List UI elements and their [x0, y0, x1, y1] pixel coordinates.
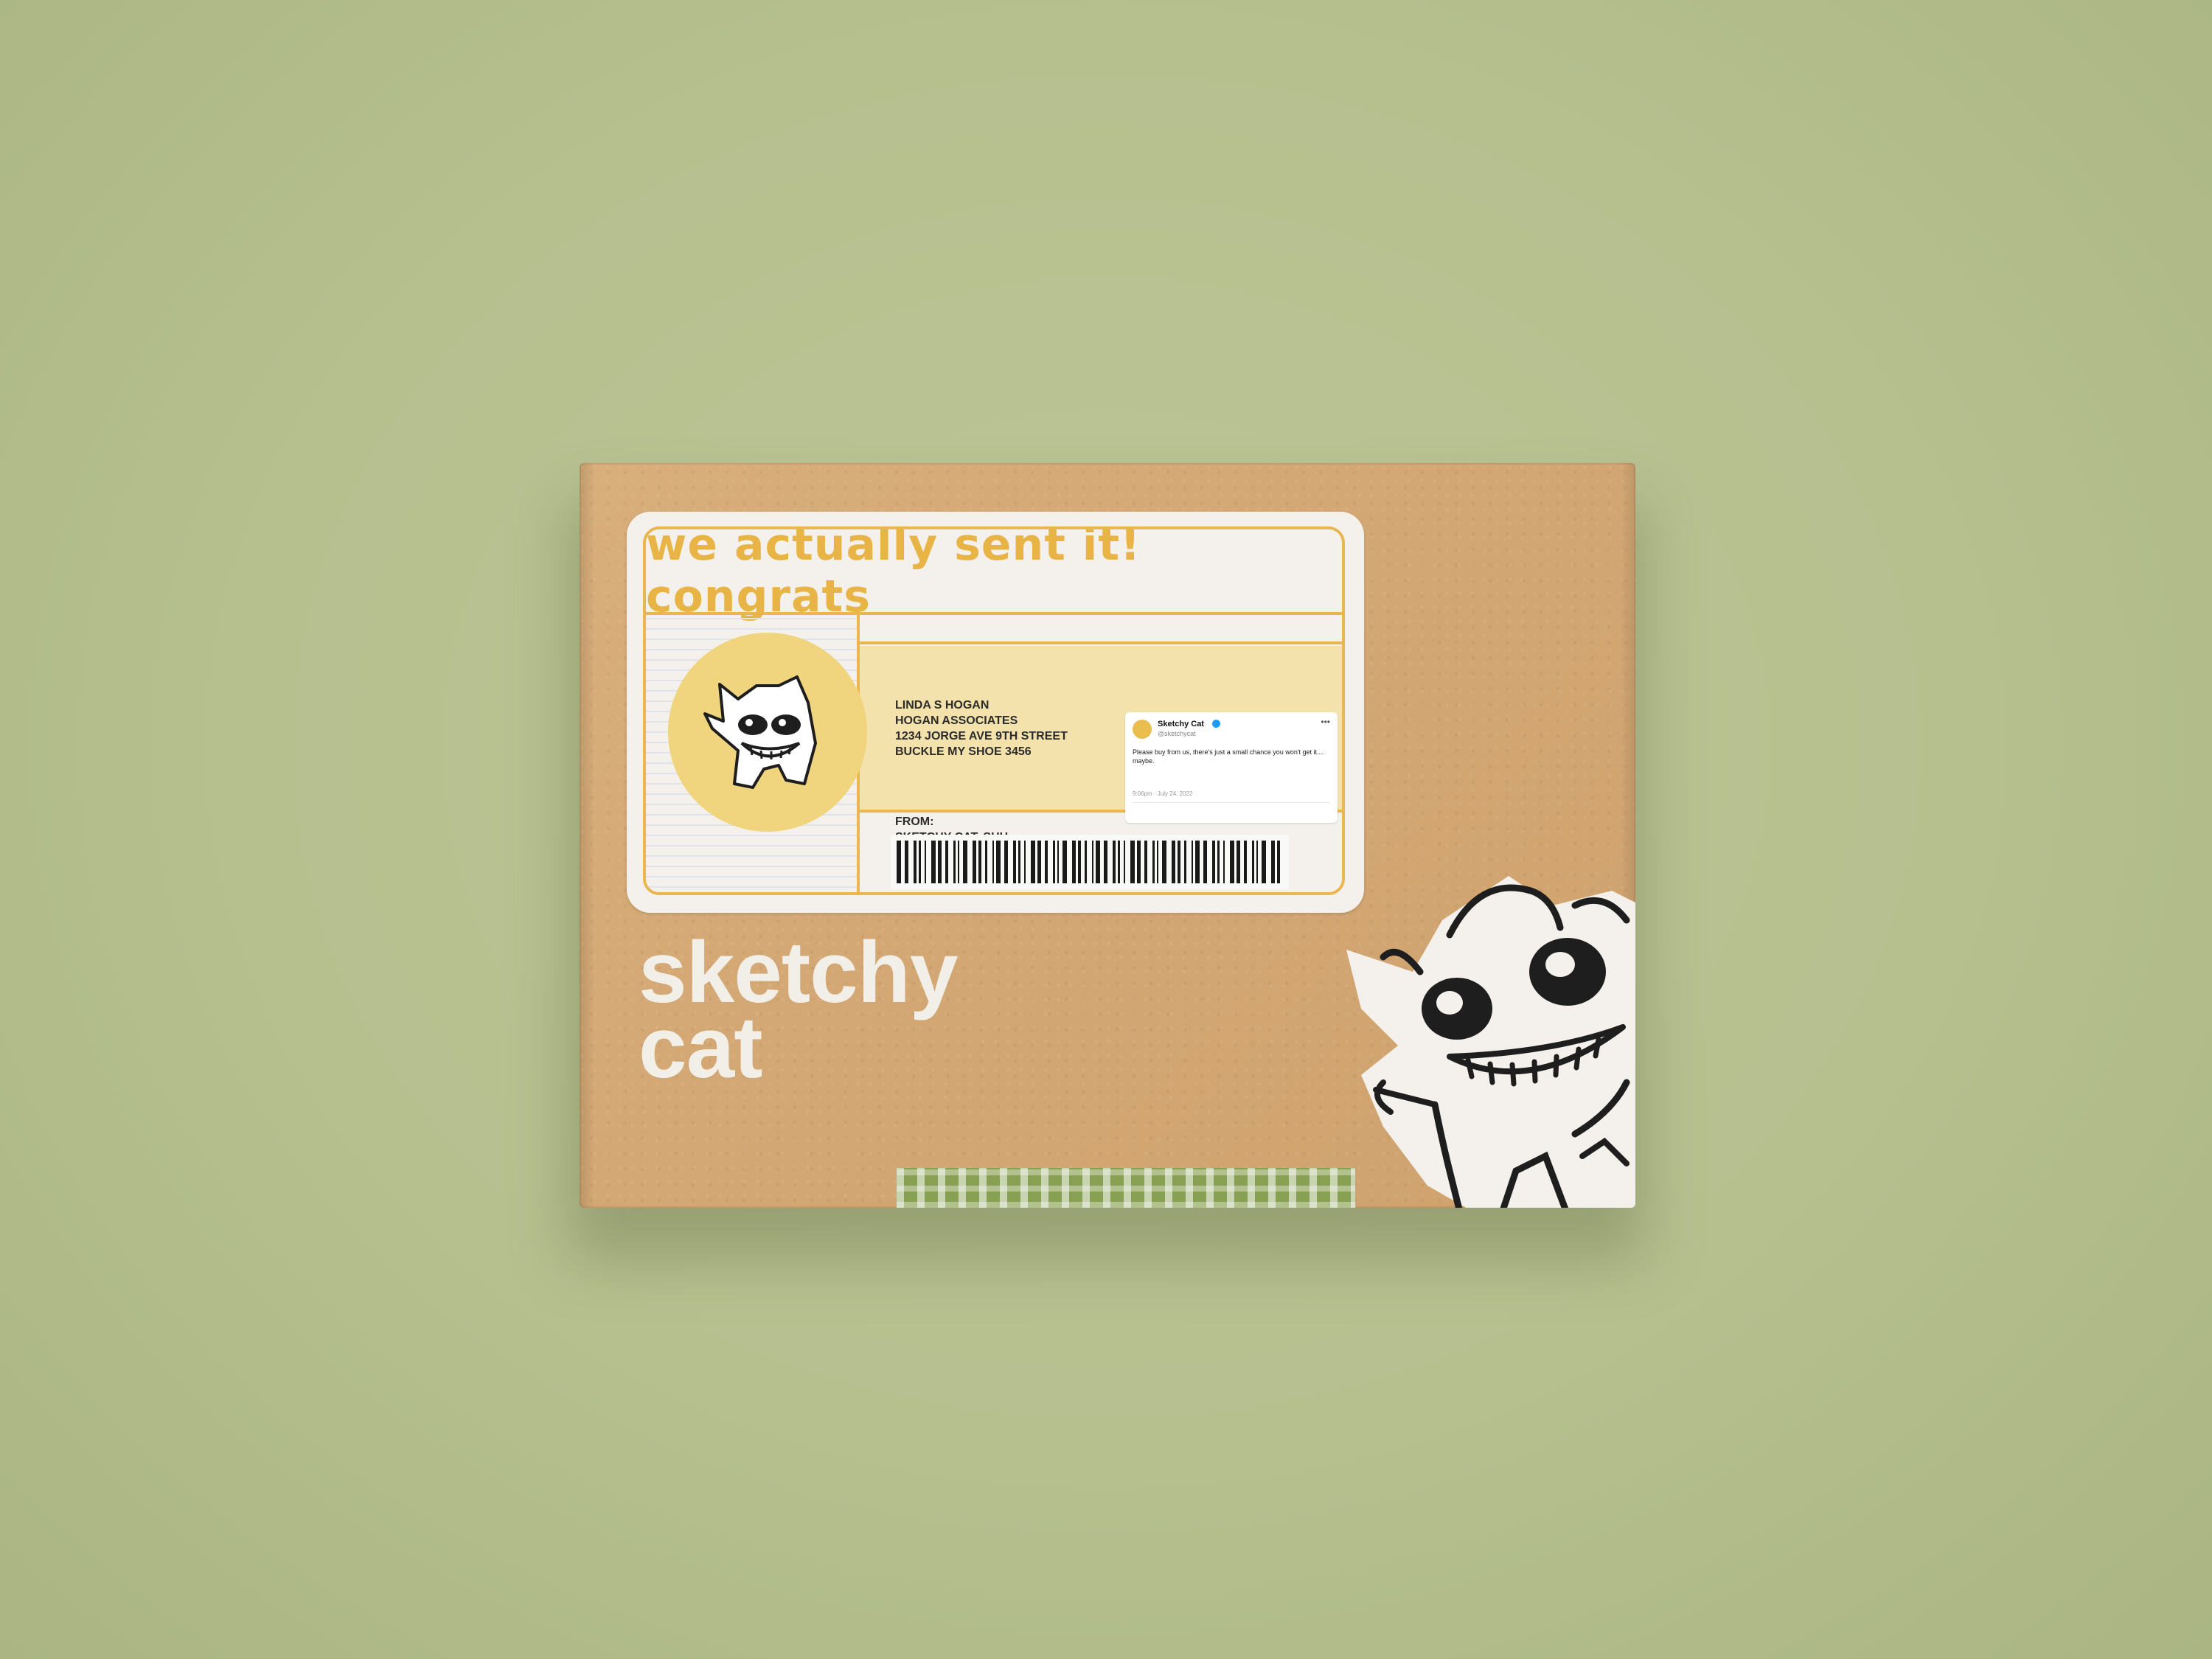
- barcode-bar: [1262, 841, 1266, 883]
- shipping-box: we actually sent it! congrats LINDA S HO…: [580, 463, 1635, 1208]
- tweet-handle: @sketchycat: [1158, 730, 1196, 737]
- tweet-author-name: Sketchy Cat: [1158, 720, 1204, 728]
- barcode-bar: [1178, 841, 1180, 883]
- from-label: FROM:: [895, 815, 934, 828]
- barcode-bar: [1096, 841, 1100, 883]
- barcode-bar: [931, 841, 936, 883]
- barcode-bar: [1085, 841, 1087, 883]
- barcode-bar: [1118, 841, 1120, 883]
- barcode-bar: [905, 841, 908, 883]
- barcode-bar: [1124, 841, 1125, 883]
- cat-mascot-sticker: [1332, 861, 1635, 1208]
- barcode-bar: [996, 841, 1001, 883]
- barcode-bar: [1217, 841, 1220, 883]
- barcode-bar: [1192, 841, 1193, 883]
- barcode-bar: [958, 841, 959, 883]
- barcode-bar: [897, 841, 901, 883]
- more-options-icon: •••: [1321, 717, 1330, 727]
- barcode-bar: [1157, 841, 1158, 883]
- barcode-bar: [1195, 841, 1200, 883]
- verified-badge-icon: [1212, 720, 1220, 728]
- recipient-company: HOGAN ASSOCIATES: [895, 714, 1018, 727]
- barcode-bar: [1271, 841, 1275, 883]
- barcode-bar: [1013, 841, 1016, 883]
- small-cat-icon: [703, 675, 817, 789]
- barcode-bar: [963, 841, 967, 883]
- recipient-address: LINDA S HOGAN HOGAN ASSOCIATES 1234 JORG…: [895, 698, 1068, 759]
- barcode-bar: [1223, 841, 1225, 883]
- barcode-bar: [1162, 841, 1166, 883]
- barcode-bar: [1057, 841, 1059, 883]
- shipping-label: we actually sent it! congrats LINDA S HO…: [627, 512, 1364, 913]
- barcode-bar: [919, 841, 921, 883]
- barcode-bar: [1237, 841, 1240, 883]
- barcode-bar: [1004, 841, 1008, 883]
- barcode-bar: [1031, 841, 1035, 883]
- barcode-bar: [1252, 841, 1254, 883]
- barcode-bar: [1053, 841, 1055, 883]
- barcode-bar: [1152, 841, 1155, 883]
- barcode-bar: [978, 841, 981, 883]
- recipient-street: 1234 JORGE AVE 9TH STREET: [895, 730, 1068, 742]
- barcode-bar: [1137, 841, 1141, 883]
- cat-sticker-circle: [668, 633, 867, 832]
- gingham-tape: [897, 1168, 1355, 1208]
- barcode-bar: [985, 841, 987, 883]
- barcode-bar: [1072, 841, 1076, 883]
- label-frame: we actually sent it! congrats LINDA S HO…: [643, 526, 1345, 895]
- barcode-bar: [1184, 841, 1186, 883]
- barcode-bar: [1113, 841, 1116, 883]
- barcode-bar: [1144, 841, 1147, 883]
- barcode-bar: [1212, 841, 1215, 883]
- tweet-card: Sketchy Cat @sketchycat ••• Please buy f…: [1125, 712, 1338, 823]
- brand-wordmark: sketchy cat: [639, 929, 959, 1096]
- recipient-city: BUCKLE MY SHOE 3456: [895, 745, 1032, 758]
- barcode-bar: [973, 841, 976, 883]
- box-flap-left: [580, 463, 594, 1208]
- barcode-bar: [1244, 841, 1247, 883]
- barcode-bar: [1172, 841, 1175, 883]
- barcode-bar: [1104, 841, 1107, 883]
- barcode-bar: [1277, 841, 1280, 883]
- barcode-bar: [938, 841, 942, 883]
- brand-line-2: cat: [639, 999, 763, 1096]
- barcode-bar: [1062, 841, 1067, 883]
- recipient-name: LINDA S HOGAN: [895, 699, 990, 712]
- barcode-bar: [1037, 841, 1041, 883]
- label-row-line: [860, 641, 1342, 644]
- tweet-timestamp: 9:06pm · July 24, 2022: [1133, 790, 1193, 797]
- barcode-bar: [1018, 841, 1020, 883]
- barcode-bar: [945, 841, 948, 883]
- tweet-avatar: [1133, 720, 1152, 739]
- barcode-bar: [914, 841, 917, 883]
- barcode-bar: [1024, 841, 1026, 883]
- barcode-bar: [1092, 841, 1093, 883]
- barcode-bar: [1256, 841, 1258, 883]
- barcode-bar: [953, 841, 956, 883]
- barcode-bar: [1230, 841, 1234, 883]
- label-headline: we actually sent it! congrats: [646, 529, 1342, 622]
- barcode-bars: [897, 841, 1280, 883]
- barcode-bar: [992, 841, 994, 883]
- barcode-bar: [925, 841, 926, 883]
- barcode-bar: [1078, 841, 1081, 883]
- barcode-bar: [1045, 841, 1048, 883]
- barcode-bar: [1130, 841, 1135, 883]
- tweet-divider: [1133, 802, 1330, 803]
- barcode-bar: [1203, 841, 1207, 883]
- tweet-text: Please buy from us, there's just a small…: [1133, 748, 1325, 765]
- barcode: [891, 835, 1289, 889]
- cat-mascot-icon: [1346, 876, 1635, 1208]
